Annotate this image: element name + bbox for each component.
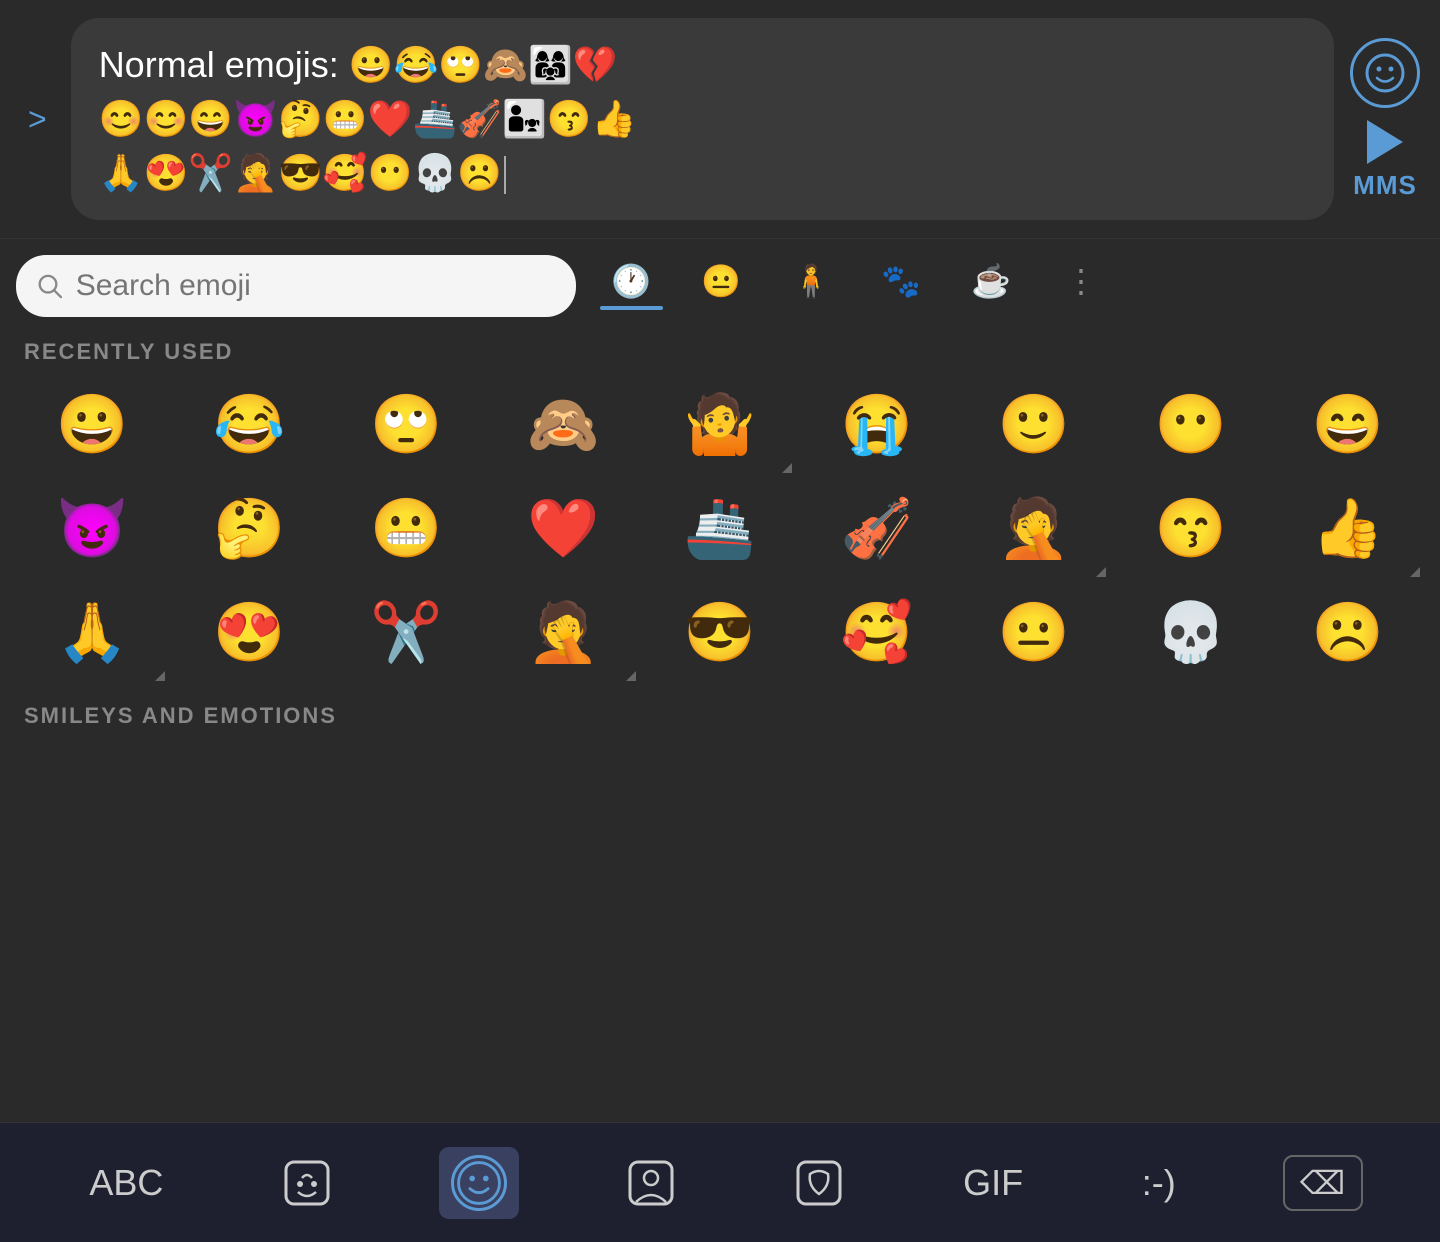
list-item[interactable]: 🙂 [957, 375, 1110, 475]
message-bubble[interactable]: Normal emojis: 😀😂🙄🙈👩‍👩‍👧💔😊😊😄😈🤔😬❤️🚢🎻👨‍👧😙👍… [71, 18, 1334, 220]
search-box[interactable] [16, 255, 576, 317]
expand-button[interactable]: > [20, 93, 55, 146]
search-icon [36, 271, 64, 301]
list-item[interactable]: 🚢 [644, 479, 797, 579]
recently-used-label: RECENTLY USED [16, 327, 1424, 375]
emoji-circle-icon [451, 1155, 507, 1211]
recently-used-grid: 😀 😂 🙄 🙈 🤷 😭 🙂 😶 😄 😈 🤔 😬 ❤️ 🚢 🎻 🤦 😙 👍 🙏 😍… [16, 375, 1424, 683]
list-item[interactable]: 🎻 [800, 479, 953, 579]
bitmoji-icon [626, 1158, 676, 1208]
list-item[interactable]: 😄 [1271, 375, 1424, 475]
list-item[interactable]: 😙 [1114, 479, 1267, 579]
list-item[interactable]: 🙏 [16, 583, 169, 683]
mms-button[interactable]: MMS [1353, 120, 1417, 201]
list-item[interactable]: 😶 [1114, 375, 1267, 475]
tab-more[interactable]: ⋮ [1036, 262, 1126, 310]
text-emoji-label: :-) [1142, 1162, 1176, 1204]
more-icon: ⋮ [1065, 262, 1097, 300]
list-item[interactable]: 😐 [957, 583, 1110, 683]
list-item[interactable]: 🤷 [644, 375, 797, 475]
tab-activities[interactable]: 🐾 [856, 262, 946, 310]
list-item[interactable]: 🥰 [800, 583, 953, 683]
activities-icon: 🐾 [881, 262, 921, 300]
gif-button[interactable]: GIF [951, 1154, 1035, 1212]
gif-label: GIF [963, 1162, 1023, 1204]
emoji-scroll-area[interactable]: RECENTLY USED 😀 😂 🙄 🙈 🤷 😭 🙂 😶 😄 😈 🤔 😬 ❤️… [0, 317, 1440, 1122]
emoji-face-button[interactable] [1350, 38, 1420, 108]
smiley-icon: 😐 [701, 262, 741, 300]
text-emoji-button[interactable]: :-) [1130, 1154, 1188, 1212]
mms-triangle-icon [1367, 120, 1403, 164]
list-item[interactable]: 😭 [800, 375, 953, 475]
bitmoji-button[interactable] [614, 1150, 688, 1216]
list-item[interactable]: 😂 [173, 375, 326, 475]
tab-smileys[interactable]: 😐 [676, 262, 766, 310]
list-item[interactable]: 😎 [644, 583, 797, 683]
list-item[interactable]: 🤦 [487, 583, 640, 683]
list-item[interactable]: 😈 [16, 479, 169, 579]
tab-recent[interactable]: 🕐 [586, 262, 676, 310]
emoji-picker: 🕐 😐 🧍 🐾 ☕ ⋮ RECENTLY USED 😀 😂 [0, 239, 1440, 1122]
list-item[interactable]: 😀 [16, 375, 169, 475]
list-item[interactable]: ✂️ [330, 583, 483, 683]
list-item[interactable]: 😬 [330, 479, 483, 579]
clock-icon: 🕐 [611, 262, 651, 300]
list-item[interactable]: 💀 [1114, 583, 1267, 683]
food-icon: ☕ [971, 262, 1011, 300]
people-icon: 🧍 [791, 262, 831, 300]
message-area: > Normal emojis: 😀😂🙄🙈👩‍👩‍👧💔😊😊😄😈🤔😬❤️🚢🎻👨‍👧… [0, 0, 1440, 239]
message-actions: MMS [1350, 38, 1420, 201]
backspace-button[interactable]: ⌫ [1283, 1155, 1363, 1211]
mms-label: MMS [1353, 170, 1417, 201]
list-item[interactable]: ❤️ [487, 479, 640, 579]
category-tabs: 🕐 😐 🧍 🐾 ☕ ⋮ [576, 262, 1424, 310]
backspace-icon: ⌫ [1300, 1164, 1345, 1202]
memoji-icon [794, 1158, 844, 1208]
memoji-button[interactable] [782, 1150, 856, 1216]
list-item[interactable]: 👍 [1271, 479, 1424, 579]
search-input[interactable] [76, 269, 556, 303]
list-item[interactable]: 🤔 [173, 479, 326, 579]
list-item[interactable]: 🙈 [487, 375, 640, 475]
sticker-button[interactable] [270, 1150, 344, 1216]
keyboard-bar: ABC GI [0, 1122, 1440, 1242]
tab-food[interactable]: ☕ [946, 262, 1036, 310]
search-tabs-row: 🕐 😐 🧍 🐾 ☕ ⋮ [0, 239, 1440, 317]
smileys-label: SMILEYS AND EMOTIONS [16, 691, 1424, 739]
list-item[interactable]: 🙄 [330, 375, 483, 475]
abc-button[interactable]: ABC [77, 1154, 175, 1212]
list-item[interactable]: 😍 [173, 583, 326, 683]
tab-people[interactable]: 🧍 [766, 262, 856, 310]
sticker-icon [282, 1158, 332, 1208]
list-item[interactable]: ☹️ [1271, 583, 1424, 683]
list-item[interactable]: 🤦 [957, 479, 1110, 579]
abc-label: ABC [89, 1162, 163, 1204]
message-text: Normal emojis: 😀😂🙄🙈👩‍👩‍👧💔😊😊😄😈🤔😬❤️🚢🎻👨‍👧😙👍… [99, 38, 637, 200]
emoji-tab-button[interactable] [439, 1147, 519, 1219]
